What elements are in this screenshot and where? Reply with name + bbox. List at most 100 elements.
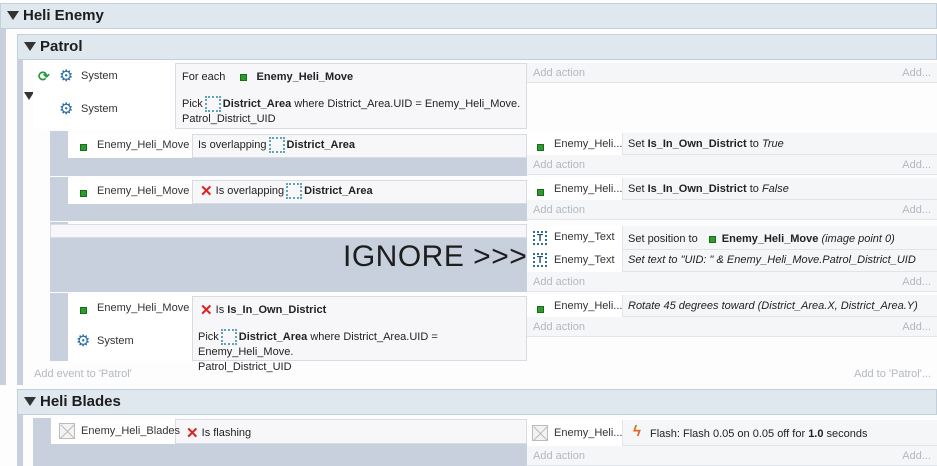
text-object-icon: T (533, 231, 547, 245)
group-left-bar (17, 60, 23, 385)
action-object-name: Enemy_Heli... (554, 427, 623, 439)
add-more-link[interactable]: Add... (902, 67, 931, 79)
group-header-heli-enemy[interactable]: Heli Enemy (0, 3, 937, 29)
condition-object-name: Enemy_Heli_Move (97, 302, 190, 314)
add-action-link[interactable]: Add action (533, 67, 585, 79)
action-object-name: Enemy_Text (554, 254, 615, 266)
sprite-dot-icon (537, 143, 544, 151)
group-header-heli-blades[interactable]: Heli Blades (17, 389, 937, 415)
action-row[interactable]: T Enemy_Text Set position to Enemy_Heli_… (527, 226, 937, 250)
condition-object-name: System (81, 70, 118, 82)
condition-object-cell[interactable]: Enemy_Heli_Move (68, 296, 193, 323)
invert-x-icon: ✕ (186, 425, 199, 442)
group-header-patrol[interactable]: Patrol (17, 34, 937, 60)
condition-object: Is_In_Own_District (227, 303, 327, 316)
add-more-link[interactable]: Add... (902, 276, 931, 288)
condition-object-name: System (97, 335, 134, 347)
add-action-link[interactable]: Add action (533, 450, 585, 462)
add-more-link[interactable]: Add... (902, 159, 931, 171)
add-more-link[interactable]: Add... (902, 204, 931, 216)
empty-object-icon (532, 425, 548, 441)
action-flash[interactable]: Flash: Flash 0.05 on 0.05 off for 1.0 se… (650, 428, 868, 440)
sprite-dot-icon (80, 143, 87, 151)
event-bar (33, 418, 51, 466)
add-action-row[interactable]: Add action Add... (527, 200, 937, 220)
gear-icon: ⚙ (76, 333, 91, 350)
add-more-link[interactable]: Add... (902, 450, 931, 462)
condition-object-cell[interactable]: ⟳ ⚙ System (33, 63, 176, 93)
sprite-dot-icon (537, 305, 544, 313)
collapse-triangle-icon[interactable] (7, 11, 19, 20)
condition-object-cell[interactable]: ⚙ System (33, 93, 176, 129)
event-bar (51, 444, 527, 466)
sprite-dot-icon (240, 73, 248, 81)
condition-object: District_Area (238, 330, 308, 343)
group-title: Heli Enemy (23, 7, 104, 24)
action-row[interactable]: Enemy_Heli... ϟ Flash: Flash 0.05 on 0.0… (527, 420, 937, 446)
add-action-link[interactable]: Add action (533, 159, 585, 171)
add-action-row[interactable]: Add action Add... (527, 317, 937, 337)
sprite-dot-icon (708, 235, 716, 243)
condition-pick[interactable]: Pick District_Area where District_Area.UI… (198, 329, 527, 375)
condition-for-each[interactable]: For each Enemy_Heli_Move (182, 71, 353, 83)
action-row[interactable]: Enemy_Heli... Set Is_In_Own_District to … (527, 133, 937, 155)
condition-object-name: Enemy_Heli_Blades (81, 425, 181, 437)
action-row[interactable]: Enemy_Heli... Set Is_In_Own_District to … (527, 178, 937, 200)
sprite-dot-icon (80, 306, 87, 314)
add-action-link[interactable]: Add action (533, 321, 585, 333)
condition-overlapping[interactable]: ✕ Is overlapping District_Area (200, 182, 373, 200)
action-row[interactable]: T Enemy_Text Set text to "UID: " & Enemy… (527, 250, 937, 272)
condition-text: Patrol_District_UID (198, 361, 292, 373)
condition-text: Is flashing (201, 426, 252, 439)
action-set-variable[interactable]: Set Is_In_Own_District to True (628, 138, 784, 150)
empty-object-icon (59, 423, 75, 439)
add-event-link[interactable]: Add event to 'Patrol' (34, 368, 132, 380)
add-to-group-link[interactable]: Add to 'Patrol'... (854, 368, 931, 380)
sprite-dot-icon (80, 189, 87, 197)
condition-object-name: System (81, 103, 118, 115)
condition-text: Patrol_District_UID (182, 113, 276, 125)
condition-object-cell[interactable]: ⚙ System (68, 323, 193, 361)
action-set-text[interactable]: Set text to "UID: " & Enemy_Heli_Move.Pa… (628, 254, 916, 266)
add-action-row[interactable]: Add action Add... (527, 446, 937, 466)
condition-object-cell[interactable]: Enemy_Heli_Blades (51, 419, 180, 444)
action-row[interactable]: Enemy_Heli... Rotate 45 degrees toward (… (527, 295, 937, 317)
action-rotate[interactable]: Rotate 45 degrees toward (District_Area.… (628, 300, 918, 312)
collapse-triangle-icon[interactable] (24, 42, 36, 51)
condition-object-cell[interactable]: Enemy_Heli_Move (68, 180, 193, 204)
add-action-link[interactable]: Add action (533, 276, 585, 288)
action-set-position[interactable]: Set position to Enemy_Heli_Move (image p… (628, 233, 895, 245)
condition-is-variable[interactable]: ✕ Is Is_In_Own_District (200, 301, 326, 319)
condition-is-flashing[interactable]: ✕ Is flashing (186, 424, 251, 442)
condition-text: For each (182, 71, 226, 83)
ignore-annotation: IGNORE >>> (343, 240, 528, 273)
condition-object: District_Area (304, 184, 373, 197)
subevent-empty-condition[interactable] (50, 224, 527, 238)
condition-overlapping[interactable]: Is overlapping District_Area (198, 137, 355, 153)
loop-icon: ⟳ (38, 68, 50, 84)
invert-x-icon: ✕ (200, 183, 213, 200)
gear-icon: ⚙ (59, 68, 74, 85)
condition-object: District_Area (286, 138, 355, 151)
add-more-link[interactable]: Add... (902, 321, 931, 333)
subevent-bar (50, 158, 527, 176)
text-object-icon: T (533, 253, 547, 267)
add-action-link[interactable]: Add action (533, 204, 585, 216)
condition-pick[interactable]: Pick District_Area where District_Area.UI… (182, 96, 522, 127)
district-area-icon (220, 329, 237, 345)
action-object-name: Enemy_Text (554, 231, 615, 243)
collapse-triangle-icon[interactable] (24, 397, 36, 406)
subevent-bar (50, 293, 68, 361)
condition-text: Pick (182, 97, 203, 110)
action-set-variable[interactable]: Set Is_In_Own_District to False (628, 183, 789, 195)
condition-object-cell[interactable]: Enemy_Heli_Move (68, 134, 193, 158)
add-action-row[interactable]: Add action Add... (527, 63, 937, 83)
district-area-icon (204, 96, 221, 112)
condition-object-name: Enemy_Heli_Move (97, 185, 190, 197)
district-area-icon (268, 137, 285, 153)
condition-object: Enemy_Heli_Move (256, 71, 354, 83)
condition-text: Pick (198, 330, 219, 343)
subevent-bar (50, 204, 527, 221)
add-action-row[interactable]: Add action Add... (527, 155, 937, 175)
add-action-row[interactable]: Add action Add... (527, 272, 937, 292)
